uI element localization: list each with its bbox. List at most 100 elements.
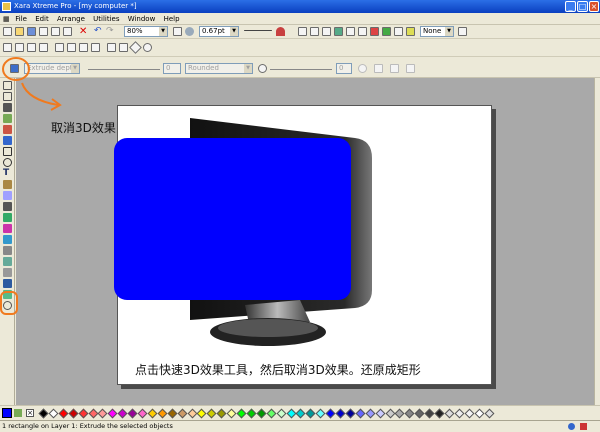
snap-icon[interactable] (298, 27, 307, 36)
palette-swatch[interactable] (484, 408, 494, 419)
palette-swatch[interactable] (117, 408, 128, 419)
menu-utilities[interactable]: Utilities (90, 13, 122, 25)
align-icon[interactable] (394, 27, 403, 36)
depth-slider[interactable] (88, 69, 160, 70)
palette-swatch[interactable] (345, 408, 356, 419)
flip-vertical-icon[interactable] (119, 43, 128, 52)
line-width-select[interactable]: 0.67pt ▼ (199, 26, 239, 37)
current-color-swatch[interactable] (2, 408, 12, 418)
menu-doc-icon[interactable]: ▦ (0, 13, 10, 25)
magnet-icon[interactable] (276, 27, 285, 36)
palette-swatch[interactable] (97, 408, 108, 419)
paste-icon[interactable] (27, 43, 36, 52)
bevel-shape-icon[interactable] (374, 64, 383, 73)
palette-swatch[interactable] (88, 408, 98, 419)
subtract-icon[interactable] (79, 43, 88, 52)
palette-swatch[interactable] (454, 408, 465, 419)
palette-swatch[interactable] (434, 408, 445, 419)
save-icon[interactable] (27, 27, 36, 36)
rotate-icon[interactable] (129, 41, 142, 54)
group-icon[interactable] (334, 27, 343, 36)
palette-swatch[interactable] (177, 408, 188, 419)
palette-swatch[interactable] (78, 408, 89, 419)
open-icon[interactable] (15, 27, 24, 36)
palette-swatch[interactable] (58, 408, 69, 419)
palette-swatch[interactable] (394, 408, 405, 419)
palette-swatch[interactable] (305, 408, 316, 419)
bevel-flat-icon[interactable] (406, 64, 415, 73)
maximize-button[interactable]: □ (577, 1, 588, 12)
clone-icon[interactable] (15, 43, 24, 52)
print-icon[interactable] (39, 27, 48, 36)
redo-icon[interactable]: ↷ (106, 27, 115, 36)
palette-swatch[interactable] (157, 408, 168, 419)
vertical-scrollbar[interactable] (594, 78, 600, 405)
snap-object-icon[interactable] (310, 27, 319, 36)
send-back-icon[interactable] (382, 27, 391, 36)
palette-swatch[interactable] (474, 408, 485, 419)
depth-value-field[interactable]: 0 (163, 63, 181, 74)
menu-arrange[interactable]: Arrange (54, 13, 88, 25)
close-button[interactable]: × (589, 1, 599, 12)
palette-swatch[interactable] (414, 408, 425, 419)
palette-swatch[interactable] (315, 408, 326, 419)
palette-swatch[interactable] (137, 408, 148, 419)
palette-swatch[interactable] (266, 408, 277, 419)
new-icon[interactable] (3, 27, 12, 36)
palette-swatch[interactable] (355, 408, 366, 419)
palette-swatch[interactable] (48, 408, 59, 419)
zoom-prev-icon[interactable] (173, 27, 182, 36)
fill-select[interactable]: None ▼ (420, 26, 454, 37)
bring-front-icon[interactable] (370, 27, 379, 36)
minimize-button[interactable]: _ (565, 1, 576, 12)
bevel-peak-icon[interactable] (390, 64, 399, 73)
palette-swatch[interactable] (226, 408, 237, 419)
copy-icon[interactable] (63, 27, 72, 36)
gallery-icon[interactable] (406, 27, 415, 36)
palette-swatch[interactable] (196, 408, 207, 419)
palette-swatch[interactable] (424, 408, 435, 419)
delete-icon[interactable]: ✕ (79, 27, 88, 37)
palette-swatch[interactable] (276, 408, 287, 419)
line-style-icon[interactable] (244, 30, 272, 31)
line-icon[interactable] (185, 27, 194, 36)
bevel-light-icon[interactable] (258, 64, 267, 73)
undo-icon[interactable]: ↶ (94, 27, 103, 36)
circle-icon[interactable] (143, 43, 152, 52)
palette-swatch[interactable] (256, 408, 267, 419)
palette-swatch[interactable] (38, 408, 49, 419)
bevel-value-field[interactable]: 0 (336, 63, 352, 74)
fill-options-icon[interactable] (458, 27, 467, 36)
cut-icon[interactable] (51, 27, 60, 36)
transform-icon[interactable] (358, 27, 367, 36)
palette-swatch[interactable] (295, 408, 306, 419)
ungroup-icon[interactable] (346, 27, 355, 36)
palette-swatch[interactable] (167, 408, 178, 419)
menu-edit[interactable]: Edit (32, 13, 52, 25)
bevel-type-select[interactable]: Rounded ▼ (185, 63, 253, 74)
palette-swatch[interactable] (127, 408, 138, 419)
palette-swatch[interactable] (444, 408, 455, 419)
slice-icon[interactable] (91, 43, 100, 52)
combine-icon[interactable] (55, 43, 64, 52)
palette-swatch[interactable] (68, 408, 79, 419)
palette-swatch[interactable] (286, 408, 296, 419)
eyedropper-icon[interactable] (14, 409, 22, 417)
no-color-swatch[interactable]: × (26, 409, 34, 417)
palette-swatch[interactable] (216, 408, 227, 419)
blue-rectangle[interactable] (114, 138, 351, 300)
palette-swatch[interactable] (107, 408, 118, 419)
flip-horizontal-icon[interactable] (107, 43, 116, 52)
palette-swatch[interactable] (246, 408, 257, 419)
lightbulb-icon[interactable] (358, 64, 367, 73)
menu-window[interactable]: Window (125, 13, 159, 25)
palette-swatch[interactable] (335, 408, 346, 419)
zoom-select[interactable]: 80% ▼ (124, 26, 168, 37)
palette-swatch[interactable] (375, 408, 386, 419)
palette-swatch[interactable] (365, 408, 376, 419)
palette-swatch[interactable] (236, 408, 247, 419)
palette-swatch[interactable] (325, 408, 336, 419)
palette-swatch[interactable] (206, 408, 217, 419)
intersect-icon[interactable] (67, 43, 76, 52)
duplicate-icon[interactable] (3, 43, 12, 52)
